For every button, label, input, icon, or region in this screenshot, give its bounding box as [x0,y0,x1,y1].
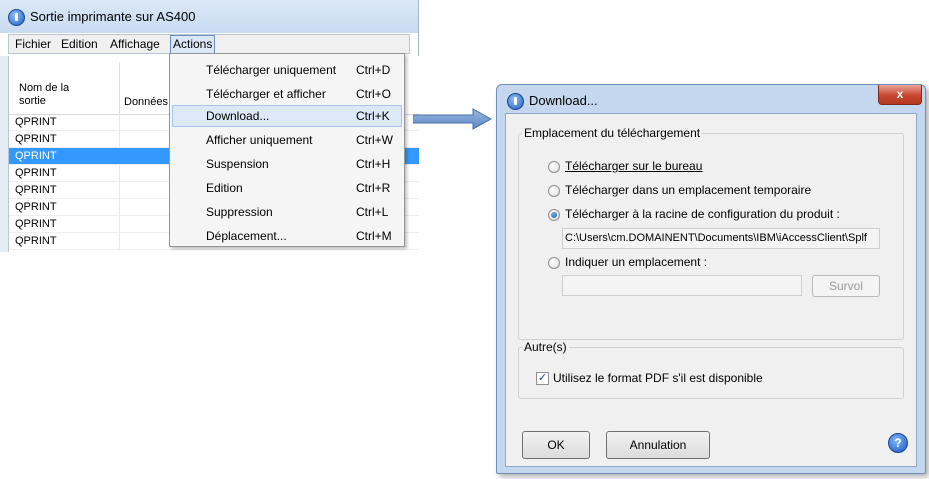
row-name: QPRINT [15,133,57,145]
custom-path-field[interactable] [562,275,802,296]
download-dialog: Download... x Emplacement du téléchargem… [496,84,926,474]
window-title-bar: Sortie imprimante sur AS400 [0,0,418,33]
dialog-title: Download... [529,93,598,108]
radio-custom-location[interactable] [548,257,560,269]
app-icon [8,9,25,26]
window-title: Sortie imprimante sur AS400 [30,9,196,24]
radio-temporary[interactable] [548,185,560,197]
option-custom-location-label[interactable]: Indiquer un emplacement : [565,255,707,269]
pointer-arrow-icon [413,108,493,130]
menu-item-download-and-view[interactable]: Télécharger et afficher Ctrl+O [172,83,402,105]
menu-item-label: Déplacement... [206,229,287,243]
menu-item-shortcut: Ctrl+L [356,205,389,219]
menu-item-shortcut: Ctrl+R [356,181,391,195]
menu-affichage[interactable]: Affichage [110,37,160,51]
menu-item-edit[interactable]: Edition Ctrl+R [172,177,402,199]
menu-item-download-only[interactable]: Télécharger uniquement Ctrl+D [172,59,402,81]
row-name: QPRINT [15,201,57,213]
row-name: QPRINT [15,167,57,179]
menu-fichier[interactable]: Fichier [15,37,51,51]
menu-item-shortcut: Ctrl+M [356,229,392,243]
menu-item-label: Download... [206,109,270,123]
row-name: QPRINT [15,218,57,230]
menu-item-delete[interactable]: Suppression Ctrl+L [172,201,402,223]
menu-item-download[interactable]: Download... Ctrl+K [172,105,402,127]
menu-item-label: Télécharger et afficher [206,87,326,101]
pdf-checkbox[interactable]: ✓ [536,372,549,385]
row-name: QPRINT [15,150,57,162]
cancel-button[interactable]: Annulation [606,431,710,459]
menu-item-shortcut: Ctrl+O [356,87,392,101]
menu-bar: Fichier Edition Affichage Actions [8,34,410,54]
output-queue-window: Sortie imprimante sur AS400 Fichier Edit… [0,0,419,252]
option-config-root-label[interactable]: Télécharger à la racine de configuration… [565,207,840,221]
column-header-data[interactable]: Données [124,96,168,108]
menu-item-view-only[interactable]: Afficher uniquement Ctrl+W [172,129,402,151]
column-separator[interactable] [119,62,120,114]
dialog-body: Emplacement du téléchargement Télécharge… [505,113,917,467]
row-name: QPRINT [15,116,57,128]
help-icon[interactable]: ? [888,433,908,453]
menu-edition[interactable]: Edition [61,37,98,51]
option-temporary-label[interactable]: Télécharger dans un emplacement temporai… [565,183,811,197]
menu-item-label: Suppression [206,205,273,219]
config-path-field[interactable]: C:\Users\cm.DOMAINENT\Documents\IBM\iAcc… [562,228,880,249]
row-name: QPRINT [15,184,57,196]
ok-button[interactable]: OK [522,431,590,459]
menu-item-shortcut: Ctrl+K [356,109,390,123]
menu-item-hold[interactable]: Suspension Ctrl+H [172,153,402,175]
menu-item-label: Afficher uniquement [206,133,313,147]
radio-config-root[interactable] [548,209,560,221]
radio-desktop[interactable] [548,161,560,173]
menu-actions[interactable]: Actions [170,35,216,54]
group-legend: Emplacement du téléchargement [522,126,703,140]
menu-item-label: Télécharger uniquement [206,63,337,77]
close-button[interactable]: x [878,85,922,105]
menu-item-shortcut: Ctrl+D [356,63,391,77]
menu-item-shortcut: Ctrl+H [356,157,391,171]
menu-item-move[interactable]: Déplacement... Ctrl+M [172,225,402,247]
option-desktop-label[interactable]: Télécharger sur le bureau [565,159,702,173]
browse-button[interactable]: Survol [812,275,880,297]
left-scrollbar[interactable] [0,56,8,252]
group-legend: Autre(s) [522,340,569,354]
row-name: QPRINT [15,235,57,247]
menu-item-shortcut: Ctrl+W [356,133,393,147]
actions-dropdown-menu: Télécharger uniquement Ctrl+D Télécharge… [169,53,405,247]
menu-item-label: Edition [206,181,243,195]
pdf-checkbox-label[interactable]: Utilisez le format PDF s'il est disponib… [553,371,763,385]
dialog-app-icon [507,93,524,110]
column-header-name[interactable]: Nom de la sortie [19,82,79,108]
menu-item-label: Suspension [206,157,269,171]
